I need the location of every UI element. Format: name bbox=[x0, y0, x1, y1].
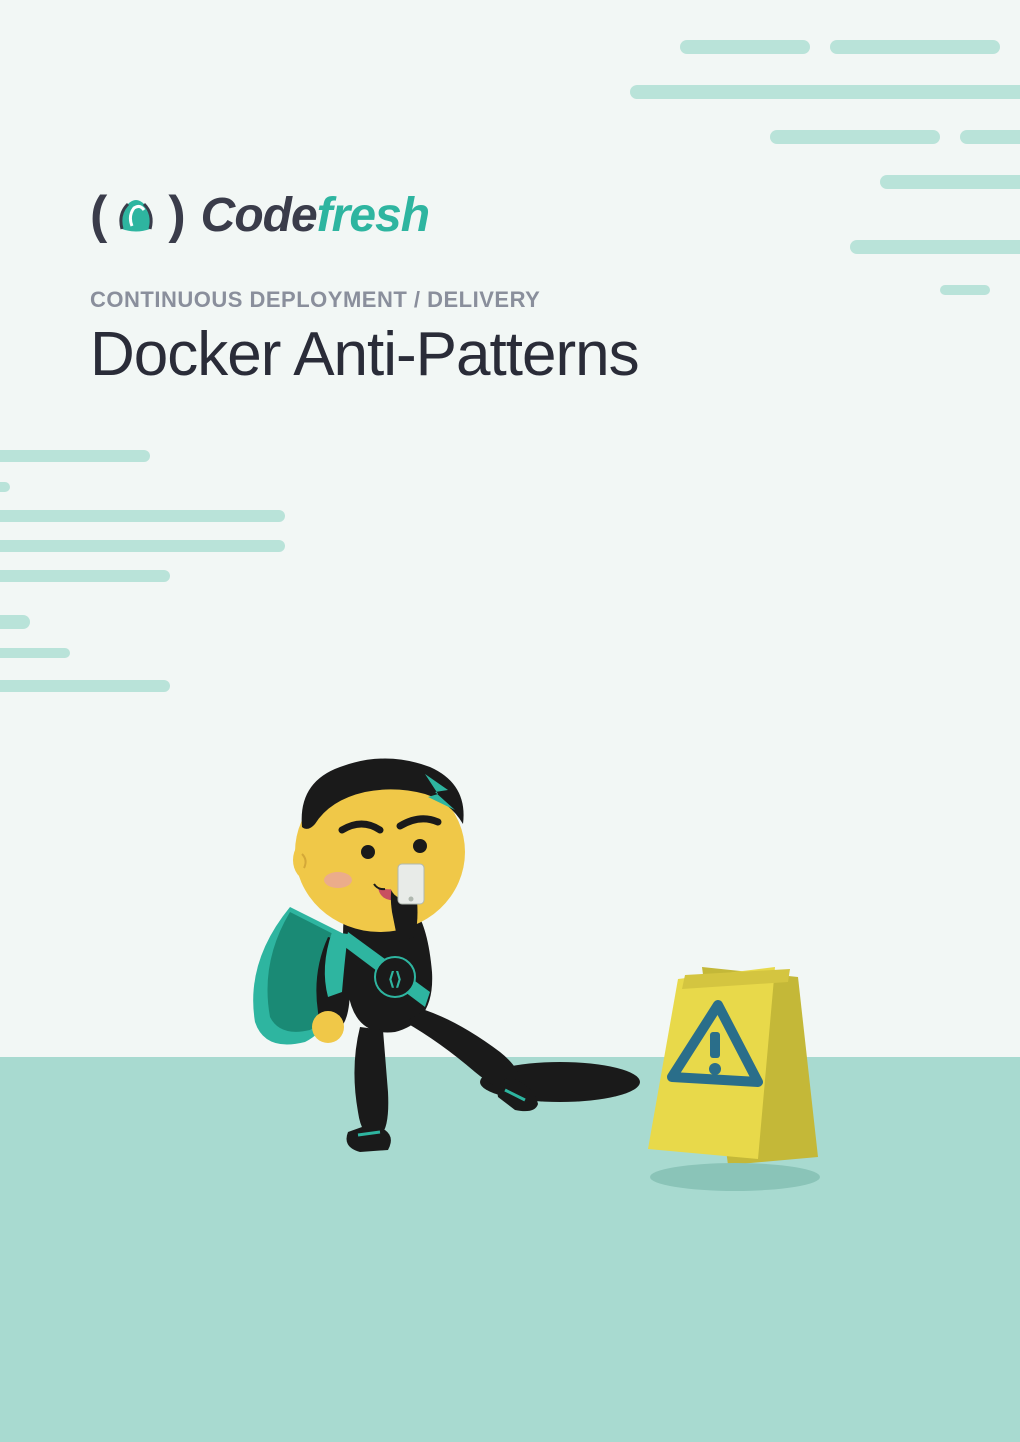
illustration-caution-sign bbox=[640, 927, 840, 1197]
decorative-stripes-left bbox=[0, 450, 300, 730]
svg-text:⟨⟩: ⟨⟩ bbox=[388, 969, 402, 989]
document-title: Docker Anti-Patterns bbox=[90, 319, 639, 390]
codefresh-logo: ( ) Codefresh bbox=[90, 185, 639, 245]
document-header: ( ) Codefresh CONTINUOUS DEPLOYMENT / DE… bbox=[90, 185, 639, 390]
illustration-character: ⟨⟩ bbox=[220, 732, 540, 1172]
logo-text-code: Code bbox=[201, 189, 317, 242]
logo-text: Codefresh bbox=[201, 188, 429, 243]
document-subtitle: CONTINUOUS DEPLOYMENT / DELIVERY bbox=[90, 287, 639, 313]
logo-text-fresh: fresh bbox=[317, 189, 429, 242]
logo-mark-icon: ( ) bbox=[90, 185, 183, 245]
